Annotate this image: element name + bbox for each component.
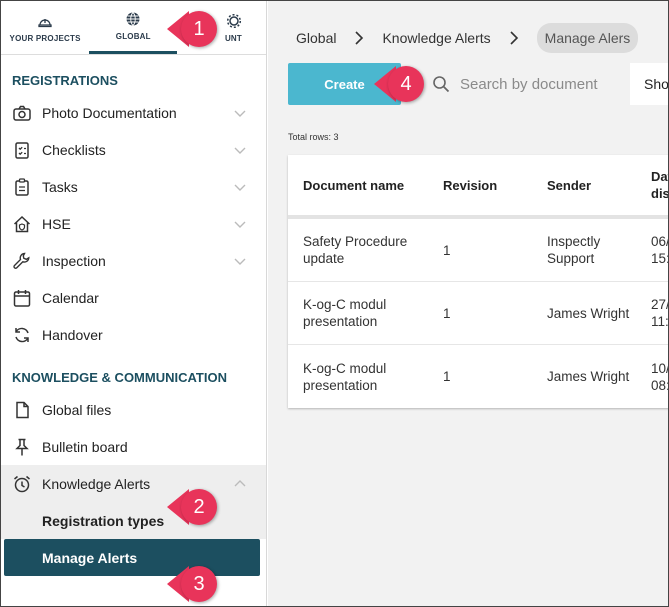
tab-label: UNT	[224, 33, 242, 43]
search-placeholder: Search by document	[460, 75, 598, 93]
sidebar-item-handover[interactable]: Handover	[1, 316, 266, 353]
pin-icon	[12, 437, 32, 457]
sidebar-item-label: Checklists	[42, 141, 106, 158]
callout-1: 1	[167, 11, 217, 47]
callout-4: 4	[374, 66, 424, 102]
table-row[interactable]: K-og-C modul presentation 1 James Wright…	[288, 282, 668, 345]
alerts-table: Document name Revision Sender Dat dis Sa…	[288, 155, 668, 408]
column-header-document-name[interactable]: Document name	[288, 178, 428, 193]
clipboard-icon	[12, 177, 32, 197]
alarm-clock-icon	[12, 474, 32, 494]
show-button[interactable]: Sho	[630, 63, 668, 105]
gear-icon	[226, 13, 242, 28]
table-row[interactable]: K-og-C modul presentation 1 James Wright…	[288, 345, 668, 408]
sidebar-item-label: Bulletin board	[42, 438, 128, 455]
cell-date: 10/ 08:	[651, 360, 668, 393]
calendar-icon	[12, 288, 32, 308]
cell-sender: James Wright	[547, 305, 630, 321]
tab-your-projects[interactable]: YOUR PROJECTS	[1, 1, 89, 54]
chevron-down-icon[interactable]	[234, 181, 246, 193]
breadcrumb-knowledge-alerts[interactable]: Knowledge Alerts	[382, 30, 490, 46]
callout-number: 1	[181, 11, 217, 47]
chevron-right-icon	[355, 31, 364, 45]
chevron-down-icon[interactable]	[234, 218, 246, 230]
tab-global[interactable]: GLOBAL	[89, 1, 178, 54]
sidebar-item-knowledge-alerts[interactable]: Knowledge Alerts	[1, 465, 266, 502]
sidebar-item-hse[interactable]: HSE	[1, 205, 266, 242]
sidebar-subitem-manage-alerts[interactable]: Manage Alerts	[4, 539, 260, 576]
chevron-down-icon[interactable]	[234, 107, 246, 119]
registrations-heading: REGISTRATIONS	[12, 72, 118, 88]
cell-revision: 1	[443, 305, 451, 321]
sidebar-item-photo-documentation[interactable]: Photo Documentation	[1, 94, 266, 131]
breadcrumb-current: Manage Alers	[536, 23, 639, 53]
breadcrumb: Global Knowledge Alerts Manage Alers	[296, 23, 639, 53]
table-header: Document name Revision Sender Dat dis	[288, 155, 668, 219]
cell-document: K-og-C modul presentation	[303, 360, 387, 393]
chevron-down-icon[interactable]	[234, 144, 246, 156]
sidebar-item-label: Inspection	[42, 252, 106, 269]
sidebar-item-tasks[interactable]: Tasks	[1, 168, 266, 205]
sidebar-item-calendar[interactable]: Calendar	[1, 279, 266, 316]
search-input[interactable]: Search by document	[418, 63, 630, 105]
file-icon	[12, 400, 32, 420]
home-shield-icon	[12, 214, 32, 234]
cell-revision: 1	[443, 242, 451, 258]
wrench-icon	[12, 251, 32, 271]
globe-icon	[126, 12, 140, 26]
cell-revision: 1	[443, 369, 451, 384]
knowledge-heading: KNOWLEDGE & COMMUNICATION	[12, 369, 227, 385]
cell-date: 27/ 11:	[651, 297, 668, 329]
sidebar-item-inspection[interactable]: Inspection	[1, 242, 266, 279]
tab-label: YOUR PROJECTS	[9, 33, 81, 43]
sidebar-item-label: Calendar	[42, 289, 99, 306]
sidebar-item-label: Handover	[42, 326, 103, 343]
cell-date: 06/ 15:	[651, 234, 668, 266]
column-header-date[interactable]: Dat dis	[651, 168, 668, 202]
sidebar-item-global-files[interactable]: Global files	[1, 391, 266, 428]
sidebar-item-label: Knowledge Alerts	[42, 475, 151, 492]
search-icon	[433, 76, 450, 93]
callout-3: 3	[167, 566, 217, 602]
chevron-down-icon[interactable]	[234, 255, 246, 267]
top-tabs: YOUR PROJECTS GLOBAL UNT	[1, 1, 266, 55]
chevron-up-icon[interactable]	[234, 478, 246, 490]
sidebar-subitem-registration-types[interactable]: Registration types	[1, 502, 266, 539]
hardhat-icon	[38, 18, 52, 27]
checklist-icon	[12, 140, 32, 160]
callout-2: 2	[167, 489, 217, 525]
app-window: YOUR PROJECTS GLOBAL UNT REGISTRATIONS P…	[0, 0, 669, 607]
callout-number: 3	[181, 566, 217, 602]
cell-sender: Inspectly Support	[547, 234, 601, 266]
callout-number: 2	[181, 489, 217, 525]
total-rows: Total rows: 3	[288, 132, 339, 142]
sidebar-item-bulletin-board[interactable]: Bulletin board	[1, 428, 266, 465]
breadcrumb-global[interactable]: Global	[296, 30, 336, 46]
cell-document: K-og-C modul presentation	[303, 297, 387, 329]
cell-document: Safety Procedure update	[303, 234, 408, 266]
sidebar-item-label: Photo Documentation	[42, 104, 177, 121]
table-row[interactable]: Safety Procedure update 1 Inspectly Supp…	[288, 219, 668, 282]
callout-number: 4	[388, 66, 424, 102]
main-content: Global Knowledge Alerts Manage Alers Cre…	[268, 1, 668, 606]
chevron-right-icon	[510, 31, 518, 45]
camera-icon	[12, 103, 32, 123]
tab-label: GLOBAL	[115, 32, 151, 41]
sidebar-item-label: Global files	[42, 401, 112, 418]
column-header-revision[interactable]: Revision	[428, 178, 532, 193]
cell-sender: James Wright	[547, 369, 630, 384]
refresh-icon	[12, 325, 32, 345]
sidebar-item-label: HSE	[42, 215, 71, 232]
sidebar-item-label: Tasks	[42, 178, 78, 195]
sidebar-item-checklists[interactable]: Checklists	[1, 131, 266, 168]
column-header-sender[interactable]: Sender	[532, 178, 636, 193]
sidebar: YOUR PROJECTS GLOBAL UNT REGISTRATIONS P…	[1, 1, 267, 606]
